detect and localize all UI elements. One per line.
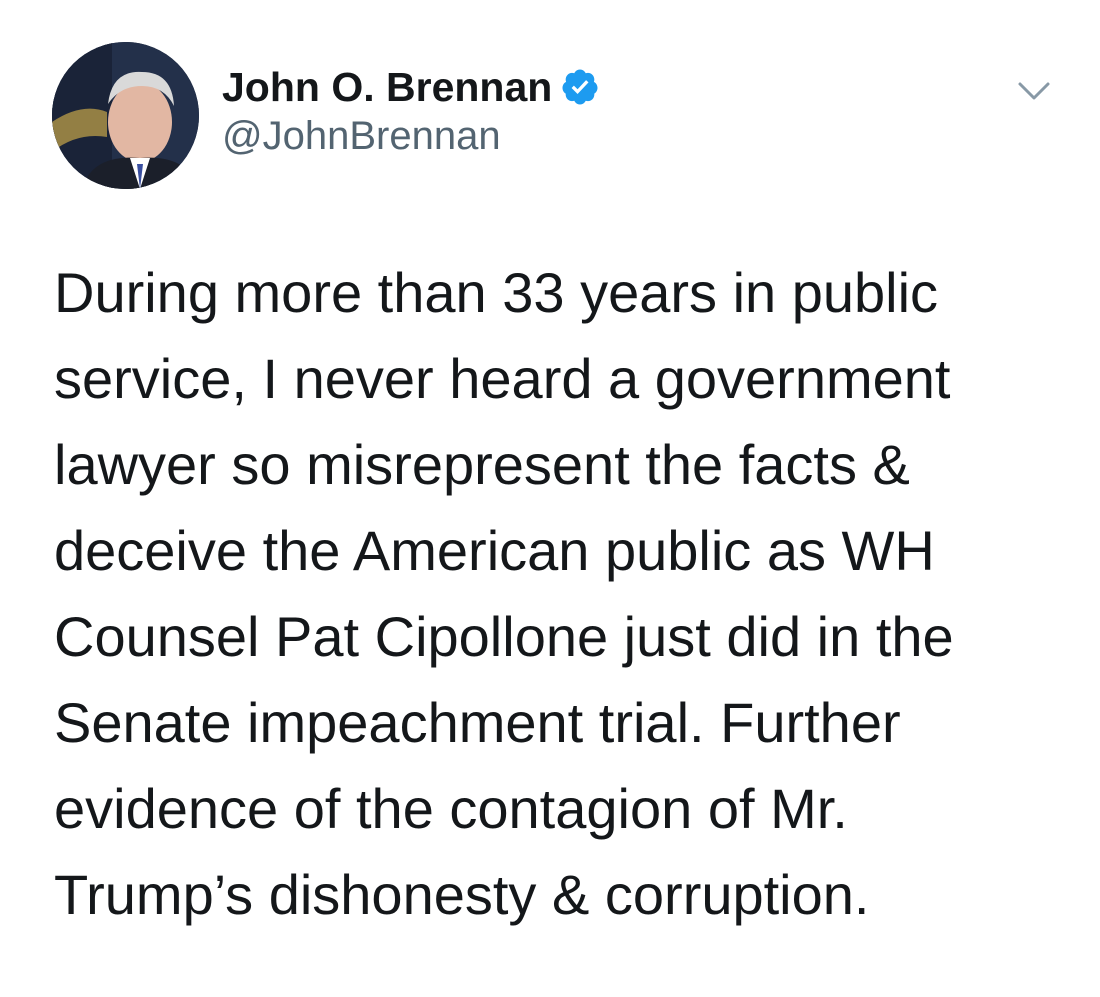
verified-badge-icon (560, 67, 600, 107)
tweet-text-line: Counsel Pat Cipollone just did in the (54, 605, 954, 668)
tweet-text-line: lawyer so misrepresent the facts & (54, 433, 910, 496)
tweet-text-line: During more than 33 years in public (54, 261, 939, 324)
author-name-row[interactable]: John O. Brennan (222, 62, 600, 112)
tweet-card: John O. Brennan @JohnBrennan During more… (0, 0, 1100, 997)
tweet-text-line: Trump’s dishonesty & corruption. (54, 863, 870, 926)
author-name[interactable]: John O. Brennan (222, 64, 552, 111)
author-avatar[interactable] (52, 42, 199, 189)
tweet-text-line: service, I never heard a government (54, 347, 951, 410)
author-handle[interactable]: @JohnBrennan (222, 114, 501, 159)
avatar-photo-icon (52, 42, 199, 189)
tweet-text-line: deceive the American public as WH (54, 519, 935, 582)
tweet-text: During more than 33 years in public serv… (54, 250, 1064, 938)
chevron-down-icon[interactable] (1016, 76, 1052, 106)
tweet-text-line: Senate impeachment trial. Further (54, 691, 901, 754)
tweet-text-line: evidence of the contagion of Mr. (54, 777, 848, 840)
